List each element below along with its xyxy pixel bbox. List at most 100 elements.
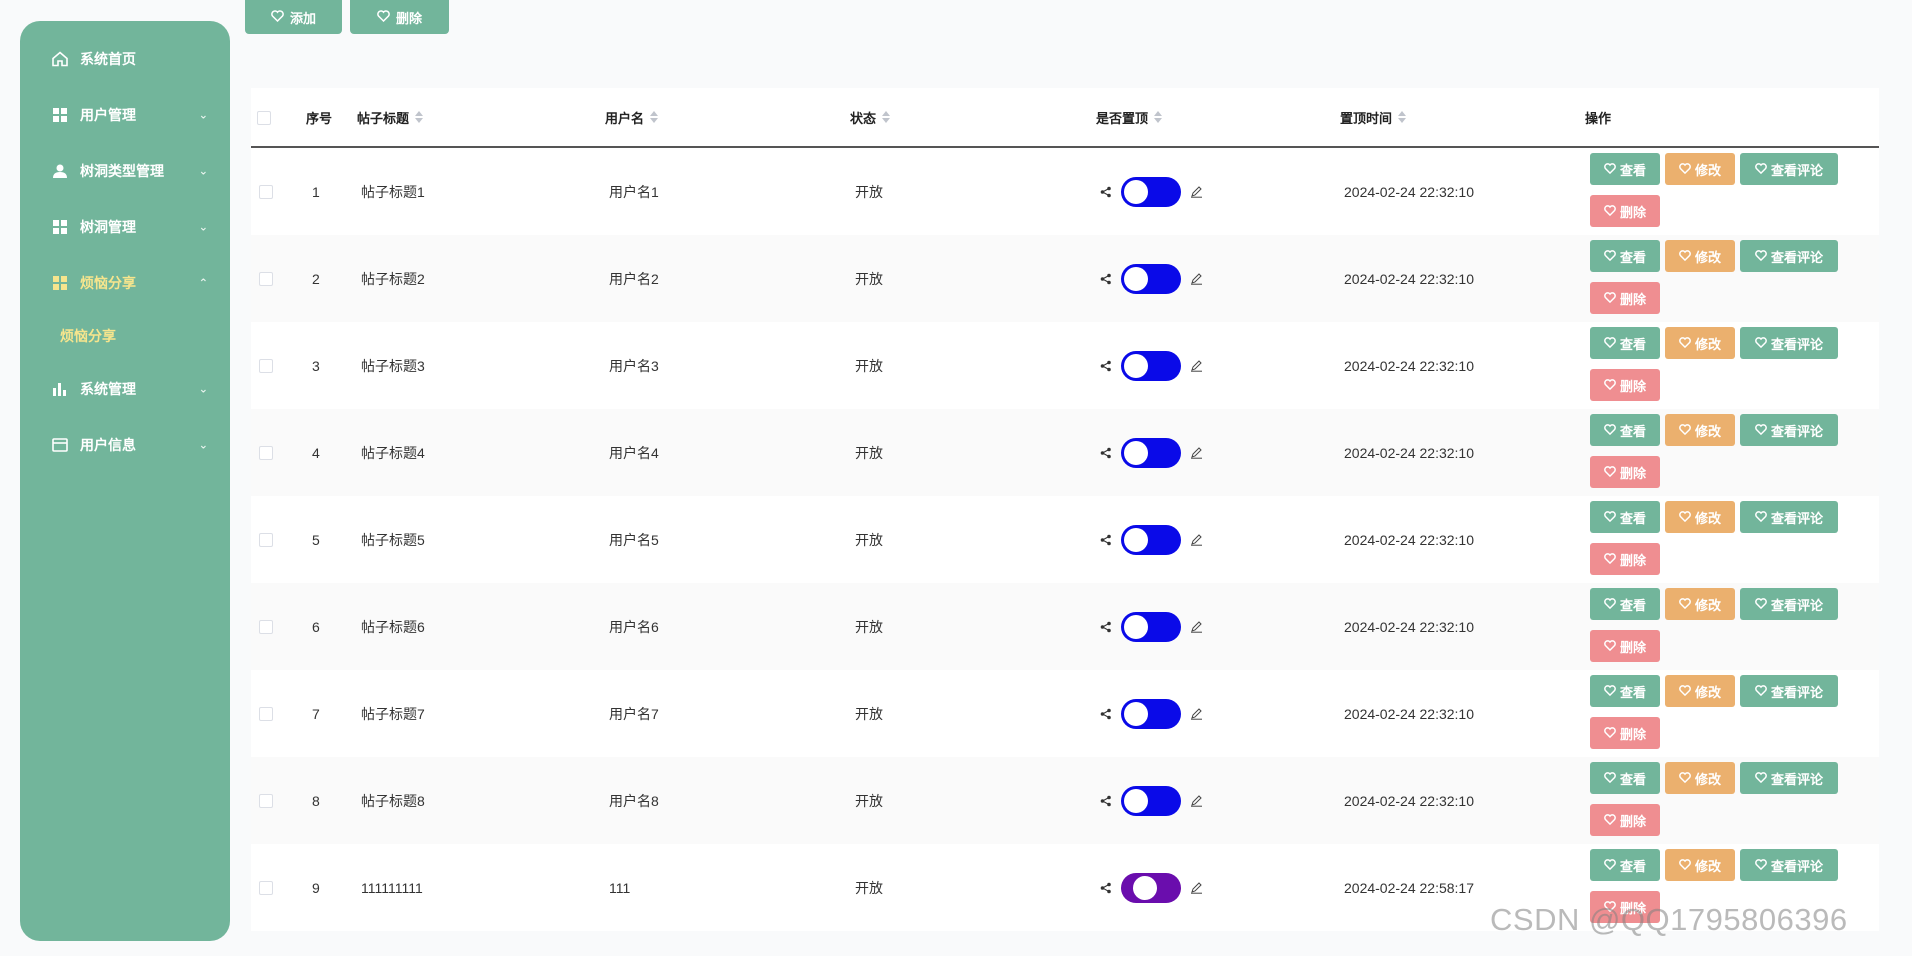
view-comments-button[interactable]: 查看评论 [1740,240,1838,272]
view-button[interactable]: 查看 [1590,588,1660,620]
view-comments-button[interactable]: 查看评论 [1740,762,1838,794]
edit-button[interactable]: 修改 [1665,675,1735,707]
view-comments-button[interactable]: 查看评论 [1740,588,1838,620]
pinned-toggle[interactable] [1121,872,1181,903]
view-comments-button[interactable]: 查看评论 [1740,414,1838,446]
view-button[interactable]: 查看 [1590,849,1660,881]
share-icon[interactable] [1099,533,1113,547]
header-pinned-time[interactable]: 置顶时间 [1340,108,1407,127]
pinned-toggle[interactable] [1121,524,1181,555]
row-delete-button[interactable]: 删除 [1590,630,1660,662]
row-actions: 查看 修改 查看评论删除 [1590,501,1860,575]
row-delete-button[interactable]: 删除 [1590,456,1660,488]
chevron-down-icon: ⌄ [198,109,208,122]
edit-pen-icon[interactable] [1189,185,1203,199]
edit-pen-icon[interactable] [1189,533,1203,547]
edit-pen-icon[interactable] [1189,794,1203,808]
view-comments-button[interactable]: 查看评论 [1740,675,1838,707]
sort-icon[interactable] [415,111,424,123]
view-comments-button[interactable]: 查看评论 [1740,501,1838,533]
share-icon[interactable] [1099,794,1113,808]
share-icon[interactable] [1099,446,1113,460]
view-comments-button[interactable]: 查看评论 [1740,849,1838,881]
row-checkbox[interactable] [259,322,273,409]
sort-icon[interactable] [882,111,891,123]
heart-icon [1604,510,1616,525]
row-delete-button[interactable]: 删除 [1590,282,1660,314]
pinned-toggle[interactable] [1121,698,1181,729]
pinned-toggle[interactable] [1121,785,1181,816]
row-checkbox[interactable] [259,844,273,931]
edit-pen-icon[interactable] [1189,707,1203,721]
share-icon[interactable] [1099,185,1113,199]
chevron-up-icon: ⌃ [198,277,208,290]
sort-icon[interactable] [650,111,659,123]
sort-icon[interactable] [1154,111,1163,123]
row-checkbox[interactable] [259,670,273,757]
row-checkbox[interactable] [259,148,273,235]
sidebar-item-treehole-type[interactable]: 树洞类型管理 ⌄ [20,143,230,199]
row-delete-button[interactable]: 删除 [1590,195,1660,227]
edit-button[interactable]: 修改 [1665,501,1735,533]
edit-pen-icon[interactable] [1189,272,1203,286]
edit-pen-icon[interactable] [1189,881,1203,895]
sidebar-item-user-info[interactable]: 用户信息 ⌄ [20,417,230,473]
sort-icon[interactable] [1398,111,1407,123]
row-checkbox[interactable] [259,409,273,496]
row-status: 开放 [855,270,883,287]
header-title[interactable]: 帖子标题 [357,108,424,127]
view-button[interactable]: 查看 [1590,414,1660,446]
share-icon[interactable] [1099,272,1113,286]
edit-button[interactable]: 修改 [1665,762,1735,794]
view-comments-button[interactable]: 查看评论 [1740,153,1838,185]
header-status[interactable]: 状态 [850,108,891,127]
header-pinned[interactable]: 是否置顶 [1096,108,1163,127]
pinned-toggle[interactable] [1121,611,1181,642]
view-button[interactable]: 查看 [1590,501,1660,533]
edit-button[interactable]: 修改 [1665,240,1735,272]
view-button[interactable]: 查看 [1590,240,1660,272]
edit-button[interactable]: 修改 [1665,327,1735,359]
pinned-toggle[interactable] [1121,350,1181,381]
share-icon[interactable] [1099,707,1113,721]
submenu-item-worry-share[interactable]: 烦恼分享 [20,311,230,361]
row-checkbox[interactable] [259,496,273,583]
edit-pen-icon[interactable] [1189,446,1203,460]
add-button[interactable]: 添加 [245,0,342,34]
pinned-toggle[interactable] [1121,263,1181,294]
view-button[interactable]: 查看 [1590,153,1660,185]
sidebar-item-home[interactable]: 系统首页 [20,31,230,87]
sidebar-item-worry-share[interactable]: 烦恼分享 ⌃ [20,255,230,311]
sidebar-item-user-management[interactable]: 用户管理 ⌄ [20,87,230,143]
select-all-checkbox[interactable] [257,111,271,125]
sidebar-item-treehole[interactable]: 树洞管理 ⌄ [20,199,230,255]
row-checkbox[interactable] [259,235,273,322]
row-status: 开放 [855,444,883,461]
row-checkbox[interactable] [259,583,273,670]
pinned-toggle[interactable] [1121,437,1181,468]
data-table: 序号 帖子标题 用户名 状态 是否置顶 置顶时间 操作 1 帖子标题1 用户名1 开放… [251,88,1879,931]
row-delete-button[interactable]: 删除 [1590,543,1660,575]
delete-button[interactable]: 删除 [350,0,449,34]
view-comments-button[interactable]: 查看评论 [1740,327,1838,359]
view-button[interactable]: 查看 [1590,327,1660,359]
edit-button[interactable]: 修改 [1665,414,1735,446]
row-delete-button[interactable]: 删除 [1590,804,1660,836]
view-comments-button-label: 查看评论 [1770,510,1823,526]
view-button[interactable]: 查看 [1590,762,1660,794]
edit-button[interactable]: 修改 [1665,588,1735,620]
edit-button[interactable]: 修改 [1665,849,1735,881]
row-checkbox[interactable] [259,757,273,844]
share-icon[interactable] [1099,359,1113,373]
header-username[interactable]: 用户名 [605,108,659,127]
edit-pen-icon[interactable] [1189,359,1203,373]
edit-pen-icon[interactable] [1189,620,1203,634]
share-icon[interactable] [1099,620,1113,634]
pinned-toggle[interactable] [1121,176,1181,207]
edit-button[interactable]: 修改 [1665,153,1735,185]
view-button[interactable]: 查看 [1590,675,1660,707]
row-delete-button[interactable]: 删除 [1590,369,1660,401]
sidebar-item-system-management[interactable]: 系统管理 ⌄ [20,361,230,417]
share-icon[interactable] [1099,881,1113,895]
row-delete-button[interactable]: 删除 [1590,717,1660,749]
